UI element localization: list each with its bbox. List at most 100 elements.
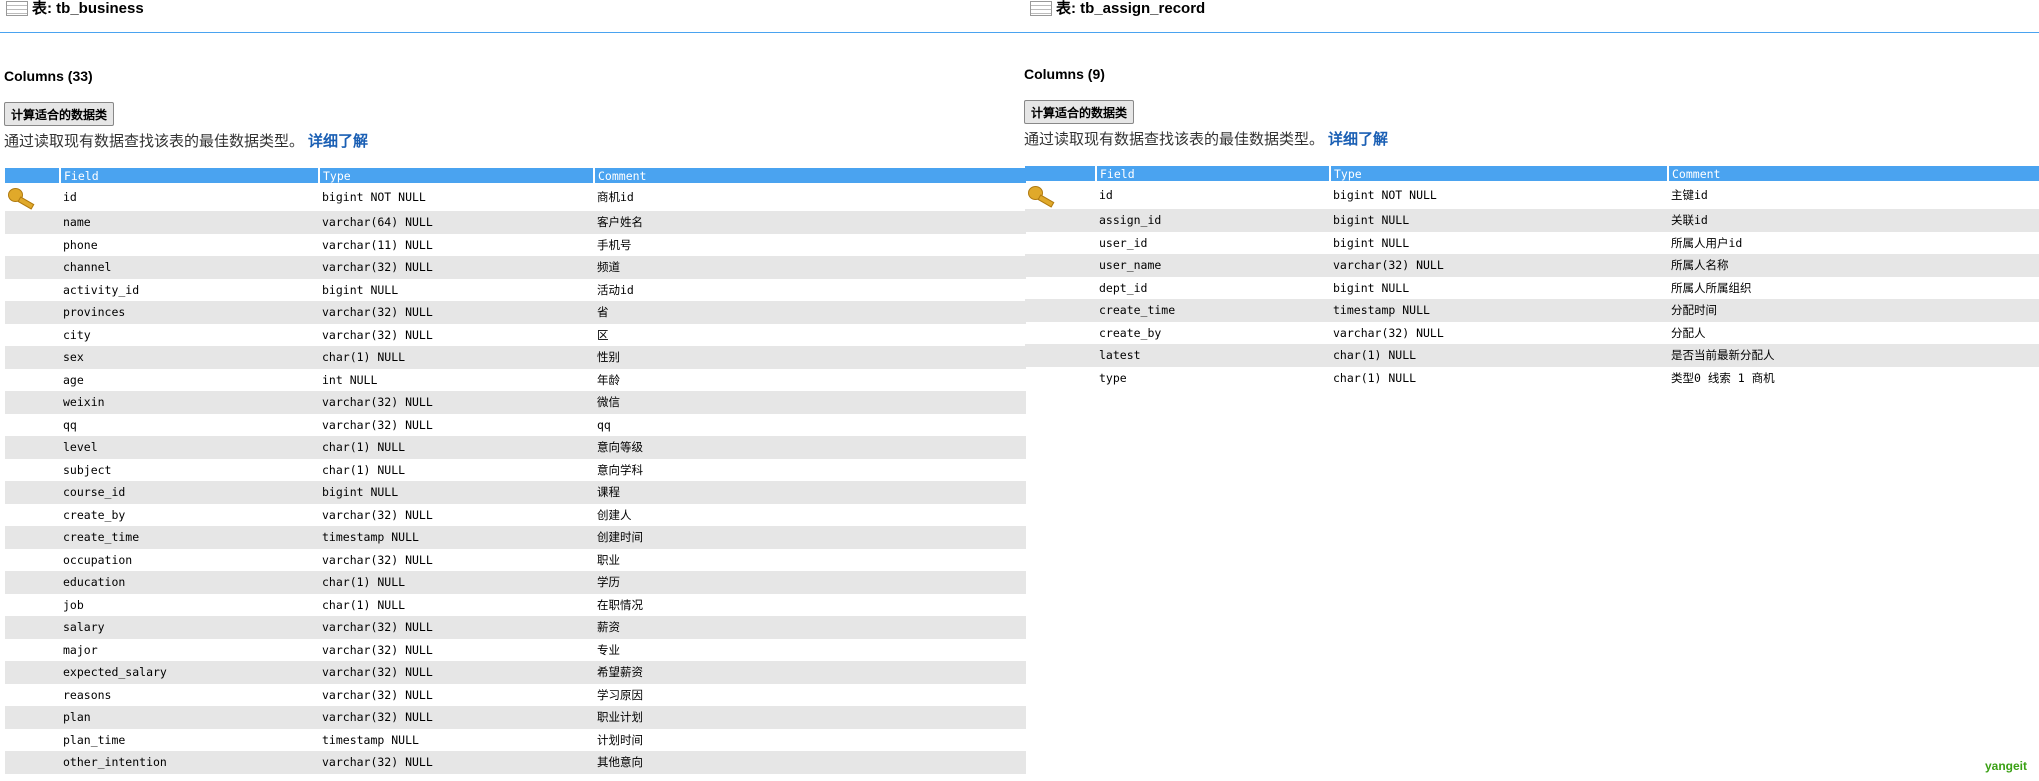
field-cell: id bbox=[63, 190, 77, 204]
table-row[interactable]: age int NULL 年龄 bbox=[5, 369, 1026, 392]
type-cell: char(1) NULL bbox=[319, 436, 594, 459]
comment-header[interactable]: Comment bbox=[593, 168, 1026, 183]
field-cell: type bbox=[1099, 370, 1127, 385]
field-cell: salary bbox=[60, 616, 319, 639]
table-row[interactable]: latest char(1) NULL 是否当前最新分配人 bbox=[1025, 344, 2039, 367]
comment-cell: 课程 bbox=[594, 481, 1026, 504]
field-cell: reasons bbox=[63, 687, 112, 702]
field-cell: dept_id bbox=[1099, 280, 1148, 295]
field-header[interactable]: Field bbox=[1095, 166, 1330, 181]
type-cell: varchar(32) NULL bbox=[1333, 325, 1444, 340]
comment-cell: 其他意向 bbox=[594, 751, 1026, 774]
field-cell: provinces bbox=[60, 301, 319, 324]
table-row[interactable]: name varchar(64) NULL 客户姓名 bbox=[5, 211, 1026, 234]
table-row[interactable]: salary varchar(32) NULL 薪资 bbox=[5, 616, 1026, 639]
comment-cell: 学习原因 bbox=[597, 687, 643, 702]
type-cell: varchar(32) NULL bbox=[322, 552, 433, 567]
primary-key-icon bbox=[1028, 186, 1055, 208]
key-cell bbox=[5, 211, 60, 234]
key-header bbox=[1025, 166, 1096, 181]
learn-more-link[interactable]: 详细了解 bbox=[308, 132, 368, 150]
comment-cell: 分配时间 bbox=[1668, 299, 2039, 322]
field-cell: create_time bbox=[60, 526, 319, 549]
field-cell: sex bbox=[60, 346, 319, 369]
comment-cell: 创建人 bbox=[597, 507, 632, 522]
table-row[interactable]: education char(1) NULL 学历 bbox=[5, 571, 1026, 594]
calc-datatype-button[interactable]: 计算适合的数据类 bbox=[4, 102, 115, 126]
table-row[interactable]: activity_id bigint NULL 活动id bbox=[5, 279, 1026, 302]
table-row[interactable]: plan_time timestamp NULL 计划时间 bbox=[5, 729, 1026, 752]
type-cell: char(1) NULL bbox=[322, 462, 406, 477]
learn-more-link[interactable]: 详细了解 bbox=[1328, 130, 1388, 148]
table-row[interactable]: provinces varchar(32) NULL 省 bbox=[5, 301, 1026, 324]
calc-datatype-button[interactable]: 计算适合的数据类 bbox=[1024, 100, 1135, 124]
type-cell: bigint NULL bbox=[1333, 235, 1410, 250]
table-row[interactable]: user_name varchar(32) NULL 所属人名称 bbox=[1025, 254, 2039, 277]
comment-cell: 分配人 bbox=[1671, 325, 1706, 340]
table-row[interactable]: sex char(1) NULL 性别 bbox=[5, 346, 1026, 369]
field-cell: expected_salary bbox=[60, 661, 319, 684]
type-header[interactable]: Type bbox=[318, 168, 594, 183]
comment-cell: 薪资 bbox=[594, 616, 1026, 639]
type-cell: varchar(64) NULL bbox=[319, 211, 594, 234]
table-row[interactable]: occupation varchar(32) NULL 职业 bbox=[5, 549, 1026, 572]
table-row[interactable]: plan varchar(32) NULL 职业计划 bbox=[5, 706, 1026, 729]
table-row[interactable]: assign_id bigint NULL 关联id bbox=[1025, 209, 2039, 232]
type-cell: bigint NOT NULL bbox=[1333, 188, 1437, 202]
comment-cell: 商机id bbox=[597, 190, 634, 204]
table-row[interactable]: dept_id bigint NULL 所属人所属组织 bbox=[1025, 277, 2039, 300]
brand-logo: yangeit bbox=[1984, 759, 2027, 773]
table-row[interactable]: create_time timestamp NULL 分配时间 bbox=[1025, 299, 2039, 322]
table-header: 表: tb_assign_record bbox=[1024, 0, 2039, 33]
comment-cell: 是否当前最新分配人 bbox=[1668, 344, 2039, 367]
key-cell bbox=[5, 256, 60, 279]
comment-cell: 计划时间 bbox=[597, 732, 643, 747]
table-row[interactable]: id bigint NOT NULL 主键id bbox=[1025, 181, 2039, 209]
table-row[interactable]: job char(1) NULL 在职情况 bbox=[5, 594, 1026, 617]
primary-key-icon bbox=[8, 188, 35, 210]
type-cell: varchar(32) NULL bbox=[322, 687, 433, 702]
table-row[interactable]: qq varchar(32) NULL qq bbox=[5, 414, 1026, 437]
table-row[interactable]: subject char(1) NULL 意向学科 bbox=[5, 459, 1026, 482]
description-text: 通过读取现有数据查找该表的最佳数据类型。 bbox=[1024, 130, 1325, 148]
key-cell bbox=[5, 706, 60, 729]
key-cell bbox=[5, 526, 60, 549]
table-row[interactable]: other_intention varchar(32) NULL 其他意向 bbox=[5, 751, 1026, 774]
table-row[interactable]: weixin varchar(32) NULL 微信 bbox=[5, 391, 1026, 414]
key-cell bbox=[1025, 181, 1096, 209]
comment-header[interactable]: Comment bbox=[1667, 166, 2039, 181]
table-icon bbox=[1030, 1, 1052, 16]
table-row[interactable]: phone varchar(11) NULL 手机号 bbox=[5, 234, 1026, 257]
columns-table: Field Type Comment id bigint NOT NULL 主键id… bbox=[1025, 166, 2039, 389]
table-row[interactable]: create_time timestamp NULL 创建时间 bbox=[5, 526, 1026, 549]
description: 通过读取现有数据查找该表的最佳数据类型。 详细了解 bbox=[1024, 128, 1388, 149]
table-row[interactable]: city varchar(32) NULL 区 bbox=[5, 324, 1026, 347]
comment-cell: 性别 bbox=[594, 346, 1026, 369]
field-cell: assign_id bbox=[1096, 209, 1330, 232]
type-cell: varchar(11) NULL bbox=[322, 237, 433, 252]
table-row[interactable]: type char(1) NULL 类型0 线索 1 商机 bbox=[1025, 367, 2039, 390]
key-cell bbox=[5, 301, 60, 324]
table-row[interactable]: channel varchar(32) NULL 频道 bbox=[5, 256, 1026, 279]
field-cell: weixin bbox=[60, 391, 319, 414]
table-row[interactable]: expected_salary varchar(32) NULL 希望薪资 bbox=[5, 661, 1026, 684]
comment-cell: 希望薪资 bbox=[594, 661, 1026, 684]
key-cell bbox=[5, 684, 60, 707]
comment-cell: 主键id bbox=[1671, 188, 1708, 202]
table-row[interactable]: reasons varchar(32) NULL 学习原因 bbox=[5, 684, 1026, 707]
table-row[interactable]: major varchar(32) NULL 专业 bbox=[5, 639, 1026, 662]
key-cell bbox=[1025, 344, 1096, 367]
type-cell: bigint NULL bbox=[1333, 280, 1410, 295]
key-cell bbox=[5, 594, 60, 617]
table-row[interactable]: course_id bigint NULL 课程 bbox=[5, 481, 1026, 504]
comment-cell: 意向学科 bbox=[597, 462, 643, 477]
key-cell bbox=[5, 436, 60, 459]
type-header[interactable]: Type bbox=[1329, 166, 1668, 181]
table-row[interactable]: level char(1) NULL 意向等级 bbox=[5, 436, 1026, 459]
type-cell: varchar(32) NULL bbox=[322, 327, 433, 342]
field-header[interactable]: Field bbox=[59, 168, 319, 183]
table-row[interactable]: user_id bigint NULL 所属人用户id bbox=[1025, 232, 2039, 255]
table-row[interactable]: create_by varchar(32) NULL 分配人 bbox=[1025, 322, 2039, 345]
table-row[interactable]: create_by varchar(32) NULL 创建人 bbox=[5, 504, 1026, 527]
table-row[interactable]: id bigint NOT NULL 商机id bbox=[5, 183, 1026, 211]
